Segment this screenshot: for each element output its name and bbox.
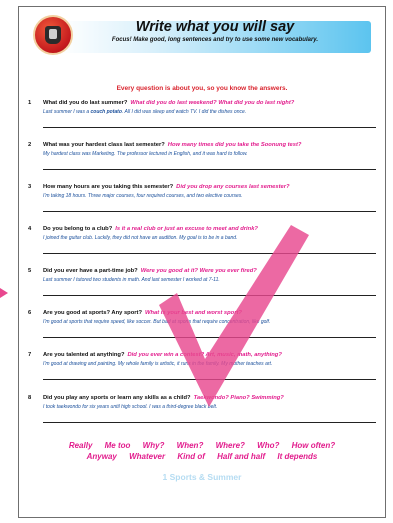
question-number: 7: [28, 352, 32, 358]
phrase: Who?: [257, 441, 280, 450]
follow-up-question: What is your best and worst sport?: [144, 310, 242, 316]
writing-line[interactable]: [43, 422, 376, 423]
phrase: How often?: [291, 441, 336, 450]
writing-line[interactable]: [43, 253, 376, 254]
question-number: 8: [28, 395, 32, 401]
answer-text: I'm good at sports that require speed, l…: [43, 319, 271, 325]
sample-answer: I'm good at sports that require speed, l…: [43, 319, 378, 325]
worksheet-subtitle: Focus! Make good, long sentences and try…: [111, 37, 319, 43]
question-text: Did you play any sports or learn any ski…: [43, 395, 191, 401]
page-pointer-arrow: [0, 288, 8, 298]
writing-line[interactable]: [43, 337, 376, 338]
question-line: Are you talented at anything? Did you eve…: [43, 352, 378, 358]
question-text: What was your hardest class last semeste…: [43, 142, 165, 148]
question-text: Are you talented at anything?: [43, 352, 125, 358]
sample-answer: Last summer I was a couch potato. All I …: [43, 109, 378, 115]
answer-text: Last summer I tutored two students in ma…: [43, 277, 220, 283]
phrase: Kind of: [177, 452, 205, 461]
phrase: Half and half: [217, 452, 266, 461]
phrase: Really: [68, 441, 93, 450]
answer-highlight: couch potato: [90, 109, 122, 115]
question-text: How many hours are you taking this semes…: [43, 184, 174, 190]
question-number: 6: [28, 310, 32, 316]
answer-text: I'm good at drawing and painting. My who…: [43, 361, 273, 367]
question-number: 4: [28, 226, 32, 232]
phrase: Anyway: [86, 452, 117, 461]
logo-helmet-visor: [49, 29, 57, 39]
sample-answer: I joined the guitar club. Luckily, they …: [43, 235, 378, 241]
follow-up-question: Did you ever win a contest? Art, music, …: [127, 352, 282, 358]
follow-up-question: What did you do last weekend? What did y…: [130, 100, 295, 106]
phrase: Why?: [142, 441, 165, 450]
question-line: How many hours are you taking this semes…: [43, 184, 378, 190]
useful-phrases: Really Me too Why? When? Where? Who? How…: [19, 440, 385, 462]
answer-text: I took taekwondo for six years until hig…: [43, 404, 218, 410]
phrase: Whatever: [129, 452, 166, 461]
instruction-text: Every question is about you, so you know…: [116, 85, 288, 92]
writing-line[interactable]: [43, 169, 376, 170]
answer-text: My hardest class was Marketing. The prof…: [43, 151, 248, 157]
worksheet-page: Write what you will say Focus! Make good…: [18, 6, 386, 518]
question-text: Did you ever have a part-time job?: [43, 268, 138, 274]
question-line: Did you ever have a part-time job? Were y…: [43, 268, 378, 274]
phrase: Where?: [215, 441, 245, 450]
question-number: 1: [28, 100, 32, 106]
question-number: 5: [28, 268, 32, 274]
question-line: Did you play any sports or learn any ski…: [43, 395, 378, 401]
phrases-row-1: Really Me too Why? When? Where? Who? How…: [19, 440, 385, 451]
answer-text: I'm taking 18 hours. Three major courses…: [43, 193, 243, 199]
follow-up-question: Is it a real club or just an excuse to m…: [115, 226, 258, 232]
writing-line[interactable]: [43, 211, 376, 212]
worksheet-header: Write what you will say Focus! Make good…: [33, 15, 371, 59]
sample-answer: I'm good at drawing and painting. My who…: [43, 361, 378, 367]
question-line: Do you belong to a club? Is it a real clu…: [43, 226, 378, 232]
question-line: What was your hardest class last semeste…: [43, 142, 378, 148]
sample-answer: Last summer I tutored two students in ma…: [43, 277, 378, 283]
phrases-row-2: Anyway Whatever Kind of Half and half It…: [19, 451, 385, 462]
phrase: It depends: [277, 452, 318, 461]
question-line: Are you good at sports? Any sport? What i…: [43, 310, 378, 316]
question-text: What did you do last summer?: [43, 100, 128, 106]
writing-line[interactable]: [43, 127, 376, 128]
follow-up-question: How many times did you take the Soonung …: [167, 142, 302, 148]
follow-up-question: Did you drop any courses last semester?: [176, 184, 290, 190]
answer-text-end: . All I did was sleep and watch TV. I di…: [121, 109, 247, 115]
sample-answer: I'm taking 18 hours. Three major courses…: [43, 193, 378, 199]
question-text: Do you belong to a club?: [43, 226, 113, 232]
page-footer: 1 Sports & Summer: [162, 472, 242, 482]
answer-text: Last summer I was a: [43, 109, 91, 115]
question-text: Are you good at sports? Any sport?: [43, 310, 142, 316]
phrase: Me too: [104, 441, 131, 450]
phrase: When?: [176, 441, 204, 450]
question-line: What did you do last summer? What did you…: [43, 100, 378, 106]
answer-text: I joined the guitar club. Luckily, they …: [43, 235, 238, 241]
sample-answer: My hardest class was Marketing. The prof…: [43, 151, 378, 157]
sample-answer: I took taekwondo for six years until hig…: [43, 404, 378, 410]
follow-up-question: Were you good at it? Were you ever fired…: [140, 268, 257, 274]
worksheet-title: Write what you will say: [135, 19, 295, 35]
writing-line[interactable]: [43, 379, 376, 380]
writing-line[interactable]: [43, 295, 376, 296]
follow-up-question: Taekwondo? Piano? Swimming?: [193, 395, 284, 401]
question-number: 3: [28, 184, 32, 190]
question-number: 2: [28, 142, 32, 148]
